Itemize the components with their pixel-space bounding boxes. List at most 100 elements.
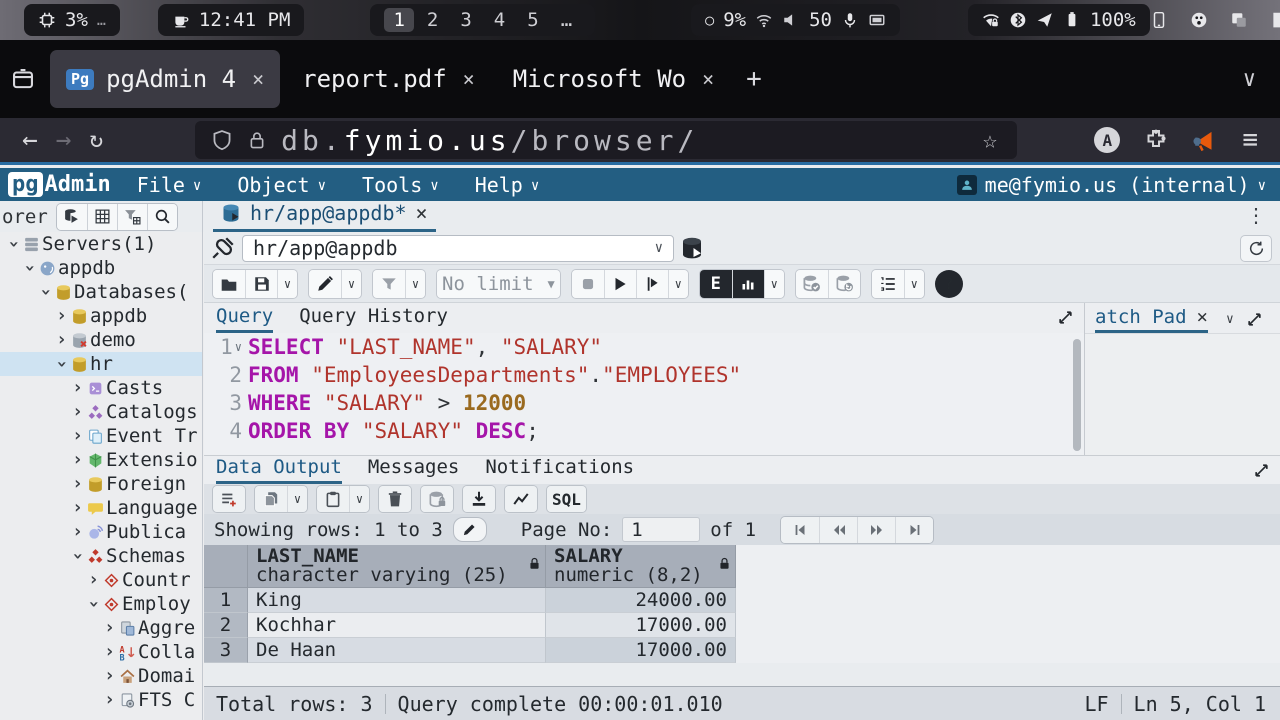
save-data-icon[interactable] bbox=[421, 486, 453, 512]
chevron-right-icon[interactable]: › bbox=[70, 451, 85, 469]
cursor-position[interactable]: Ln 5, Col 1 bbox=[1134, 692, 1266, 716]
macros-chevron-icon[interactable]: ∨ bbox=[904, 270, 924, 298]
hamburger-menu-icon[interactable]: ≡ bbox=[1242, 125, 1258, 155]
tree-item-appdb[interactable]: ›appdb bbox=[0, 256, 202, 280]
cell-salary[interactable]: 24000.00 bbox=[546, 588, 736, 613]
explain-chevron-icon[interactable]: ∨ bbox=[764, 270, 784, 298]
workspace-switcher[interactable]: 12345… bbox=[370, 4, 595, 36]
chevron-right-icon[interactable]: › bbox=[102, 691, 117, 709]
cell-last-name[interactable]: De Haan bbox=[248, 638, 546, 663]
last-page-icon[interactable] bbox=[895, 517, 933, 543]
user-menu[interactable]: me@fymio.us (internal) ∨ bbox=[957, 173, 1266, 197]
shield-icon[interactable] bbox=[211, 129, 233, 151]
editor-tab-query-history[interactable]: Query History bbox=[299, 305, 448, 333]
reload-icon[interactable]: ↻ bbox=[89, 127, 103, 153]
forward-icon[interactable]: → bbox=[56, 125, 72, 155]
explain-button[interactable]: E bbox=[700, 270, 732, 298]
cell-salary[interactable]: 17000.00 bbox=[546, 613, 736, 638]
execute-chevron-icon[interactable]: ∨ bbox=[668, 270, 688, 298]
chevron-right-icon[interactable]: › bbox=[70, 523, 85, 541]
commit-icon[interactable] bbox=[796, 270, 828, 298]
add-row-icon[interactable] bbox=[213, 486, 245, 512]
connection-select[interactable]: hr/app@appdb ∨ bbox=[242, 235, 674, 262]
sql-button[interactable]: SQL bbox=[547, 486, 586, 512]
account-icon[interactable]: A bbox=[1094, 127, 1120, 153]
tree-item-extensio[interactable]: ›Extensio bbox=[0, 448, 202, 472]
browser-tab-pgadmin-4[interactable]: PgpgAdmin 4× bbox=[50, 50, 280, 108]
edit-range-button[interactable] bbox=[453, 517, 487, 542]
tree-item-appdb[interactable]: ›appdb bbox=[0, 304, 202, 328]
reconnect-button[interactable] bbox=[1240, 235, 1272, 262]
chevron-right-icon[interactable]: › bbox=[102, 643, 117, 661]
filtered-rows-icon[interactable] bbox=[117, 204, 147, 230]
tree-item-casts[interactable]: ›Casts bbox=[0, 376, 202, 400]
cpu-indicator[interactable]: 3% … bbox=[24, 4, 120, 36]
chevron-right-icon[interactable]: › bbox=[54, 331, 69, 349]
chevron-down-icon[interactable]: › bbox=[37, 285, 55, 300]
firefox-view-icon[interactable] bbox=[10, 66, 36, 92]
row-number[interactable]: 3 bbox=[204, 638, 248, 663]
edit-icon[interactable] bbox=[309, 270, 341, 298]
chevron-down-icon[interactable]: › bbox=[53, 357, 71, 372]
connection-plug-icon[interactable] bbox=[210, 235, 236, 261]
copy-options-chevron-icon[interactable]: ∨ bbox=[287, 486, 307, 512]
chart-icon[interactable] bbox=[505, 486, 537, 512]
editor-tab-query[interactable]: Query bbox=[216, 305, 273, 333]
filter-icon[interactable] bbox=[373, 270, 405, 298]
chevron-down-icon[interactable]: › bbox=[21, 261, 39, 276]
phone-icon[interactable] bbox=[1150, 11, 1168, 29]
list-all-tabs-chevron-icon[interactable]: ∨ bbox=[1243, 67, 1256, 92]
url-bar[interactable]: db.fymio.us/browser/ ☆ bbox=[195, 121, 1017, 159]
tree-item-aggre[interactable]: ›Aggre bbox=[0, 616, 202, 640]
tree-item-demo[interactable]: ›demo bbox=[0, 328, 202, 352]
tree-item-databases[interactable]: ›Databases( bbox=[0, 280, 202, 304]
close-icon[interactable]: × bbox=[463, 67, 475, 91]
output-tab-notifications[interactable]: Notifications bbox=[485, 456, 634, 484]
row-limit-select[interactable]: No limit▼ bbox=[437, 270, 560, 298]
output-tab-data-output[interactable]: Data Output bbox=[216, 456, 342, 484]
help-button[interactable]: ? bbox=[935, 270, 963, 298]
table-row[interactable]: 1King24000.00 bbox=[204, 588, 1280, 613]
extensions-puzzle-icon[interactable] bbox=[1144, 128, 1168, 152]
chevron-down-icon[interactable]: ∨ bbox=[1226, 312, 1234, 327]
sql-editor[interactable]: 1∨SELECT "LAST_NAME", "SALARY"2FROM "Emp… bbox=[204, 333, 1084, 455]
bookmark-star-icon[interactable]: ☆ bbox=[983, 126, 1001, 154]
chevron-right-icon[interactable]: › bbox=[102, 667, 117, 685]
tree-item-publica[interactable]: ›Publica bbox=[0, 520, 202, 544]
tree-item-employ[interactable]: ›Employ bbox=[0, 592, 202, 616]
paste-icon[interactable] bbox=[317, 486, 349, 512]
save-options-chevron-icon[interactable]: ∨ bbox=[277, 270, 297, 298]
page-number-input[interactable] bbox=[622, 517, 700, 542]
cell-last-name[interactable]: Kochhar bbox=[248, 613, 546, 638]
edit-options-chevron-icon[interactable]: ∨ bbox=[341, 270, 361, 298]
palette-icon[interactable] bbox=[1190, 11, 1208, 29]
system-indicators[interactable]: ○ 9% 50 bbox=[691, 4, 900, 36]
chevron-right-icon[interactable]: › bbox=[86, 571, 101, 589]
chevron-right-icon[interactable]: › bbox=[54, 307, 69, 325]
editor-scrollbar[interactable] bbox=[1073, 339, 1081, 451]
fold-chevron-icon[interactable]: ∨ bbox=[235, 340, 242, 354]
menu-tools[interactable]: Tools∨ bbox=[362, 173, 439, 197]
chevron-down-icon[interactable]: › bbox=[5, 237, 23, 252]
chevron-right-icon[interactable]: › bbox=[70, 475, 85, 493]
workspace-3[interactable]: 3 bbox=[451, 8, 480, 32]
table-row[interactable]: 2Kochhar17000.00 bbox=[204, 613, 1280, 638]
tree-item-foreign[interactable]: ›Foreign bbox=[0, 472, 202, 496]
next-page-icon[interactable] bbox=[857, 517, 895, 543]
tree-item-servers-1[interactable]: ›Servers(1) bbox=[0, 232, 202, 256]
workspace-1[interactable]: 1 bbox=[384, 8, 413, 32]
stop-icon[interactable] bbox=[572, 270, 604, 298]
chevron-right-icon[interactable]: › bbox=[70, 427, 85, 445]
chevron-right-icon[interactable]: › bbox=[102, 619, 117, 637]
tree-item-language[interactable]: ›Language bbox=[0, 496, 202, 520]
tree-item-fts-c[interactable]: ›FTS C bbox=[0, 688, 202, 712]
tree-item-colla[interactable]: ›ABColla bbox=[0, 640, 202, 664]
menu-help[interactable]: Help∨ bbox=[475, 173, 540, 197]
query-tool-icon[interactable] bbox=[57, 204, 87, 230]
scratch-pad-tab[interactable]: atch Pad × bbox=[1095, 306, 1208, 333]
previous-page-icon[interactable] bbox=[819, 517, 857, 543]
row-number[interactable]: 1 bbox=[204, 588, 248, 613]
first-page-icon[interactable] bbox=[781, 517, 819, 543]
kebab-menu-icon[interactable]: ⋮ bbox=[1246, 203, 1266, 227]
expand-editor-icon[interactable] bbox=[1057, 309, 1074, 326]
